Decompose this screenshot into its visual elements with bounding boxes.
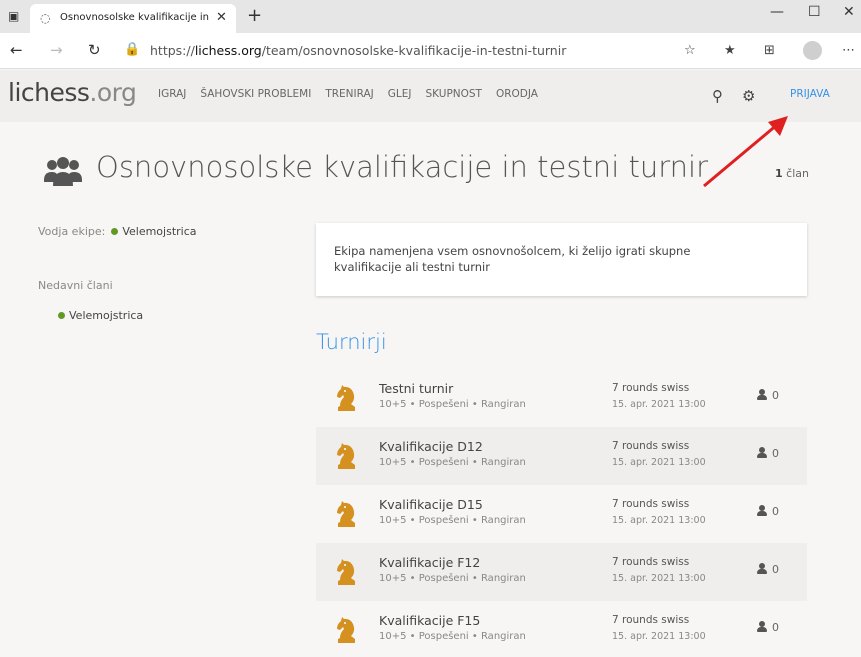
tournaments-heading: Turnirji	[316, 330, 387, 354]
tournament-settings: 10+5 • Pospešeni • Rangiran	[379, 573, 526, 584]
tournament-date: 15. apr. 2021 13:00	[612, 399, 706, 410]
member-count[interactable]: 1 član	[775, 167, 809, 180]
back-icon[interactable]: ←	[10, 41, 23, 59]
user-icon	[757, 389, 767, 400]
tournament-row[interactable]: Kvalifikacije F12 10+5 • Pospešeni • Ran…	[316, 543, 807, 601]
close-window-icon[interactable]: ✕	[843, 4, 855, 20]
user-icon	[757, 447, 767, 458]
tournament-list: Testni turnir 10+5 • Pospešeni • Rangira…	[316, 369, 807, 657]
tournament-name[interactable]: Kvalifikacije F12	[379, 555, 480, 570]
user-icon	[757, 505, 767, 516]
profile-icon[interactable]	[803, 41, 822, 60]
tournament-row[interactable]: Kvalifikacije D15 10+5 • Pospešeni • Ran…	[316, 485, 807, 543]
tournament-type: 7 rounds swiss	[612, 556, 690, 568]
more-icon[interactable]: ⋯	[842, 43, 855, 58]
tournament-name[interactable]: Kvalifikacije D15	[379, 497, 483, 512]
tournament-row[interactable]: Kvalifikacije D12 10+5 • Pospešeni • Ran…	[316, 427, 807, 485]
team-icon	[44, 157, 82, 186]
nav-item-watch[interactable]: GLEJ	[388, 88, 412, 100]
tournament-type: 7 rounds swiss	[612, 382, 690, 394]
tournament-players: 0	[757, 505, 779, 518]
user-icon	[757, 621, 767, 632]
tournament-players: 0	[757, 389, 779, 402]
online-dot-icon	[58, 312, 65, 319]
signin-link[interactable]: PRIJAVA	[790, 88, 830, 100]
tournament-row[interactable]: Kvalifikacije F15 10+5 • Pospešeni • Ran…	[316, 601, 807, 657]
tournament-settings: 10+5 • Pospešeni • Rangiran	[379, 457, 526, 468]
tournament-date: 15. apr. 2021 13:00	[612, 457, 706, 468]
tab-favicon-icon: ◌	[40, 11, 51, 25]
leader-link[interactable]: Velemojstrica	[122, 225, 196, 238]
rapid-horse-icon	[337, 559, 355, 585]
team-description: Ekipa namenjena vsem osnovnošolcem, ki ž…	[334, 244, 691, 274]
tournament-players: 0	[757, 447, 779, 460]
tournament-settings: 10+5 • Pospešeni • Rangiran	[379, 631, 526, 642]
tournament-date: 15. apr. 2021 13:00	[612, 573, 706, 584]
tournament-type: 7 rounds swiss	[612, 440, 690, 452]
tournament-settings: 10+5 • Pospešeni • Rangiran	[379, 515, 526, 526]
rapid-horse-icon	[337, 443, 355, 469]
nav-item-puzzles[interactable]: ŠAHOVSKI PROBLEMI	[200, 88, 311, 100]
browser-tab-bar: ▣ ◌ Osnovnosolske kvalifikacije in testn…	[0, 0, 861, 33]
top-nav: IGRAJ ŠAHOVSKI PROBLEMI TRENIRAJ GLEJ SK…	[158, 88, 538, 100]
plus-icon[interactable]: +	[247, 5, 262, 26]
tournament-name[interactable]: Testni turnir	[379, 381, 453, 396]
tournament-type: 7 rounds swiss	[612, 614, 690, 626]
nav-item-tools[interactable]: ORODJA	[496, 88, 538, 100]
forward-icon[interactable]: →	[50, 41, 63, 59]
team-leader: Vodja ekipe: Velemojstrica	[38, 225, 197, 238]
collections-icon[interactable]: ⊞	[764, 43, 775, 58]
refresh-icon[interactable]: ↻	[88, 41, 101, 59]
tournament-name[interactable]: Kvalifikacije D12	[379, 439, 483, 454]
tab-actions-icon[interactable]: ▣	[8, 9, 22, 23]
recent-member[interactable]: Velemojstrica	[58, 309, 143, 322]
rapid-horse-icon	[337, 617, 355, 643]
tournament-name[interactable]: Kvalifikacije F15	[379, 613, 480, 628]
tournament-date: 15. apr. 2021 13:00	[612, 631, 706, 642]
browser-tab[interactable]: ◌ Osnovnosolske kvalifikacije in testni …	[30, 4, 236, 33]
tournament-players: 0	[757, 563, 779, 576]
nav-item-community[interactable]: SKUPNOST	[425, 88, 481, 100]
online-dot-icon	[111, 228, 119, 235]
tournament-row[interactable]: Testni turnir 10+5 • Pospešeni • Rangira…	[316, 369, 807, 427]
site-logo[interactable]: lichess.org	[8, 78, 137, 107]
page-title: Osnovnosolske kvalifikacije in testni tu…	[96, 150, 708, 184]
maximize-icon[interactable]: ☐	[808, 4, 821, 20]
tournament-date: 15. apr. 2021 13:00	[612, 515, 706, 526]
url-field[interactable]: 🔒 https://lichess.org/team/osnovnosolske…	[124, 40, 704, 62]
favorites-icon[interactable]: ★	[724, 43, 736, 58]
address-bar: ← → ↻ 🔒 https://lichess.org/team/osnovno…	[0, 33, 861, 69]
lock-icon: 🔒	[124, 42, 141, 57]
tournament-type: 7 rounds swiss	[612, 498, 690, 510]
nav-item-learn[interactable]: TRENIRAJ	[325, 88, 373, 100]
rapid-horse-icon	[337, 385, 355, 411]
gear-icon[interactable]: ⚙	[742, 87, 755, 105]
url-text: https://lichess.org/team/osnovnosolske-k…	[150, 43, 567, 58]
minimize-icon[interactable]: —	[770, 4, 784, 20]
recent-members-label: Nedavni člani	[38, 279, 113, 292]
rapid-horse-icon	[337, 501, 355, 527]
read-aloud-icon[interactable]: ☆	[684, 43, 696, 58]
tournament-players: 0	[757, 621, 779, 634]
tournament-settings: 10+5 • Pospešeni • Rangiran	[379, 399, 526, 410]
team-description-box: Ekipa namenjena vsem osnovnošolcem, ki ž…	[316, 223, 807, 296]
search-icon[interactable]: ⚲	[712, 87, 723, 105]
nav-item-play[interactable]: IGRAJ	[158, 88, 186, 100]
tab-title: Osnovnosolske kvalifikacije in testni tu…	[60, 12, 210, 23]
user-icon	[757, 563, 767, 574]
close-icon[interactable]: ✕	[216, 10, 227, 25]
